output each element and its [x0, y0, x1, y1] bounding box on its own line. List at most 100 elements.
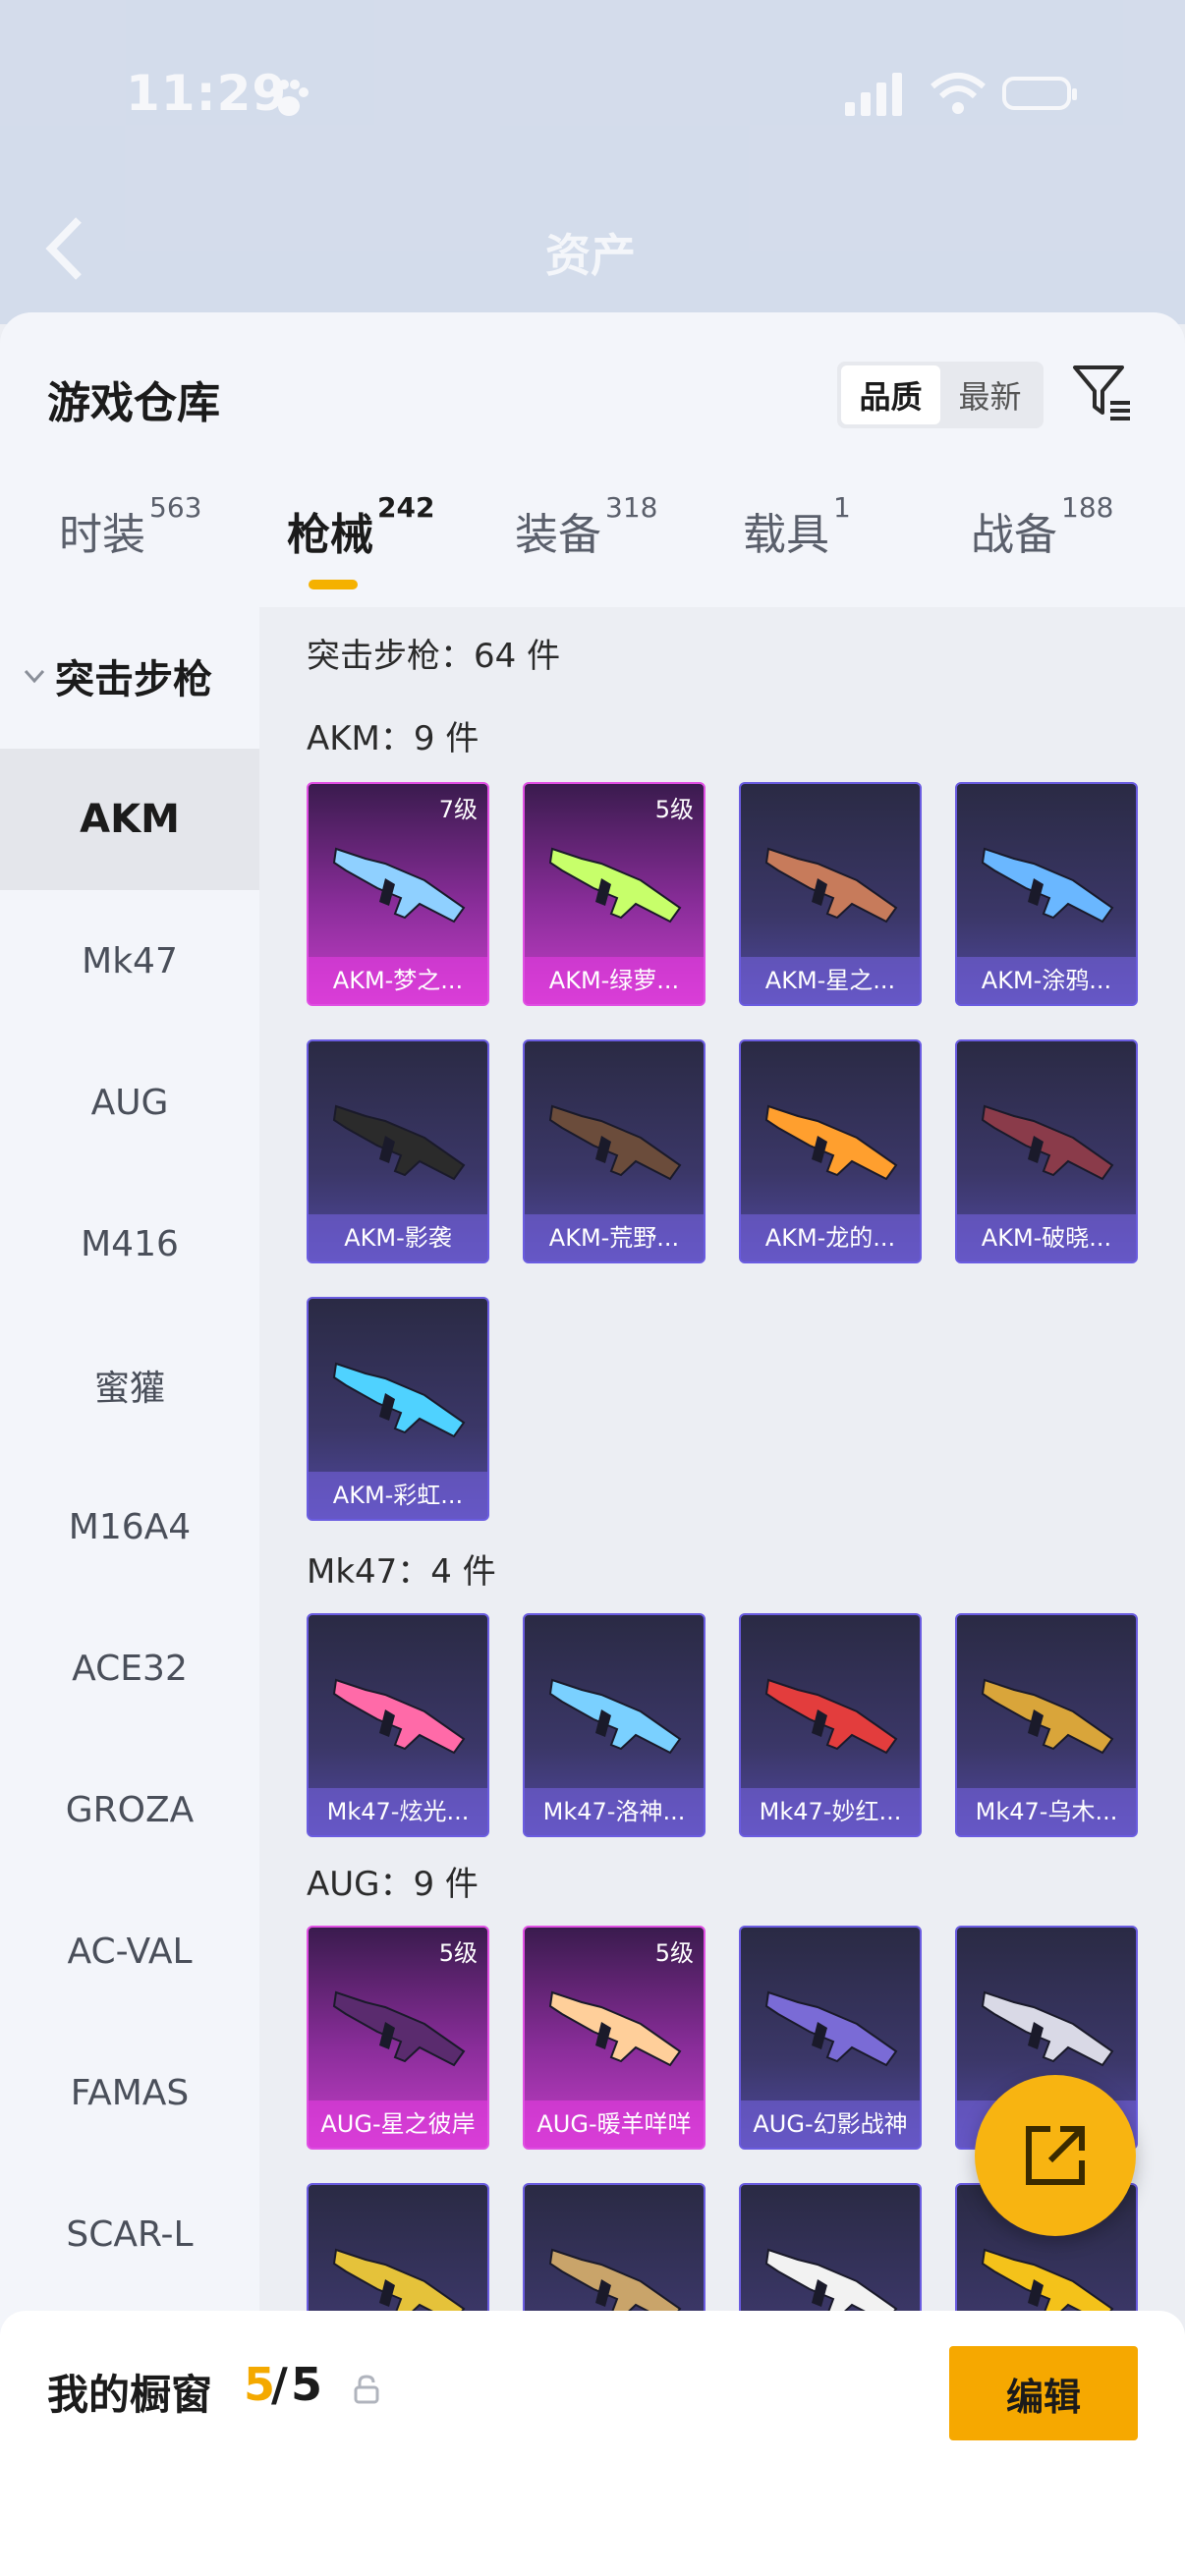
- weapon-name: AKM-荒野...: [525, 1214, 704, 1261]
- weapon-card[interactable]: AKM-龙的...: [739, 1039, 922, 1263]
- tab-equipment[interactable]: 装备318: [515, 491, 657, 562]
- weapon-card[interactable]: Mk47-妙红...: [739, 1613, 922, 1837]
- weapon-card[interactable]: 5级 AKM-绿萝...: [523, 782, 705, 1006]
- sidebar-item-mk47[interactable]: Mk47: [0, 890, 259, 1032]
- weapon-name: AKM-破晓...: [957, 1214, 1136, 1261]
- weapon-skin-image: [548, 847, 682, 924]
- weapon-card[interactable]: AKM-星之...: [739, 782, 922, 1006]
- signal-icon: [845, 73, 902, 116]
- weapon-level-badge: 7级: [438, 796, 478, 823]
- edit-button[interactable]: 编辑: [949, 2346, 1138, 2440]
- weapon-skin-image: [764, 1990, 898, 2067]
- sort-newest-button[interactable]: 最新: [940, 365, 1040, 424]
- sidebar-item-m416[interactable]: M416: [0, 1173, 259, 1315]
- weapon-skin-image: [332, 1678, 466, 1755]
- paw-icon: [270, 80, 309, 116]
- share-icon: [1026, 2126, 1085, 2185]
- weapon-skin-image: [764, 1678, 898, 1755]
- weapon-card[interactable]: Mk47-乌木...: [955, 1613, 1138, 1837]
- weapon-sidebar: 突击步枪 AKM Mk47 AUG M416 蜜獾 M16A4 ACE32 GR…: [0, 607, 259, 2576]
- tab-supplies[interactable]: 战备188: [971, 491, 1113, 562]
- weapon-card[interactable]: AKM-影袭: [307, 1039, 489, 1263]
- weapon-card[interactable]: 5级 AUG-暖羊咩咩: [523, 1926, 705, 2150]
- weapon-name: AKM-彩虹...: [309, 1472, 487, 1519]
- weapon-skin-image: [764, 1104, 898, 1181]
- sidebar-category[interactable]: 突击步枪: [0, 607, 259, 745]
- weapon-skin-image: [548, 1678, 682, 1755]
- page-title: 资产: [545, 229, 636, 282]
- sidebar-item-scar-l[interactable]: SCAR-L: [0, 2163, 259, 2305]
- weapon-name: AUG-星之彼岸: [309, 2100, 487, 2148]
- section-title-mk47: Mk47：4 件: [307, 1552, 496, 1592]
- weapon-name: Mk47-妙红...: [741, 1788, 920, 1835]
- weapon-skin-image: [981, 1990, 1114, 2067]
- weapon-skin-image: [764, 847, 898, 924]
- weapon-name: AUG-幻影战神: [741, 2100, 920, 2148]
- sidebar-item-m16a4[interactable]: M16A4: [0, 1456, 259, 1597]
- active-tab-indicator: [309, 580, 358, 589]
- wifi-icon: [931, 73, 986, 114]
- tab-fashion[interactable]: 时装563: [59, 491, 201, 562]
- status-time: 11:29: [126, 65, 288, 122]
- weapon-card[interactable]: AKM-荒野...: [523, 1039, 705, 1263]
- sidebar-item-ace32[interactable]: ACE32: [0, 1597, 259, 1739]
- weapon-name: AKM-绿萝...: [525, 957, 704, 1004]
- weapon-card[interactable]: Mk47-炫光...: [307, 1613, 489, 1837]
- weapon-card[interactable]: AUG-幻影战神: [739, 1926, 922, 2150]
- weapon-name: Mk47-炫光...: [309, 1788, 487, 1835]
- share-button[interactable]: [975, 2075, 1136, 2236]
- showcase-total: 5: [291, 2358, 323, 2411]
- weapon-name: AKM-梦之...: [309, 957, 487, 1004]
- filter-icon[interactable]: [1071, 362, 1134, 424]
- tab-guns[interactable]: 枪械242: [287, 491, 434, 562]
- weapon-name: AKM-星之...: [741, 957, 920, 1004]
- sidebar-item-honey-badger[interactable]: 蜜獾: [0, 1315, 259, 1456]
- weapon-level-badge: 5级: [654, 796, 694, 823]
- weapon-skin-image: [981, 1678, 1114, 1755]
- weapon-card[interactable]: AKM-破晓...: [955, 1039, 1138, 1263]
- weapon-card[interactable]: 5级 AUG-星之彼岸: [307, 1926, 489, 2150]
- lock-icon: [354, 2375, 379, 2404]
- weapon-skin-image: [332, 847, 466, 924]
- sort-quality-button[interactable]: 品质: [841, 365, 940, 424]
- sidebar-item-aug[interactable]: AUG: [0, 1032, 259, 1173]
- sort-toggle: 品质 最新: [837, 362, 1044, 428]
- weapon-skin-image: [332, 1362, 466, 1438]
- sidebar-item-groza[interactable]: GROZA: [0, 1739, 259, 1880]
- section-title-akm: AKM：9 件: [307, 719, 480, 758]
- weapon-skin-image: [981, 847, 1114, 924]
- section-title-aug: AUG：9 件: [307, 1865, 479, 1904]
- warehouse-sheet: 游戏仓库 品质 最新 时装563 枪械242 装备318 载具1 战备188 突…: [0, 312, 1185, 2576]
- weapon-name: AUG-暖羊咩咩: [525, 2100, 704, 2148]
- showcase-bar: 我的橱窗 5 / 5 编辑: [0, 2311, 1185, 2576]
- weapon-card[interactable]: AKM-涂鸦...: [955, 782, 1138, 1006]
- weapon-skin-image: [548, 1990, 682, 2067]
- weapon-level-badge: 5级: [654, 1939, 694, 1967]
- weapon-grid-area: 突击步枪：64 件 AKM：9 件 Mk47：4 件 AUG：9 件 7级 AKM…: [259, 607, 1185, 2576]
- weapon-skin-image: [548, 1104, 682, 1181]
- weapon-name: AKM-龙的...: [741, 1214, 920, 1261]
- weapon-name: Mk47-乌木...: [957, 1788, 1136, 1835]
- weapon-card[interactable]: 7级 AKM-梦之...: [307, 782, 489, 1006]
- weapon-skin-image: [332, 1104, 466, 1181]
- tab-vehicles[interactable]: 载具1: [743, 491, 851, 562]
- status-bar: 11:29: [0, 59, 1185, 138]
- weapon-card[interactable]: AKM-彩虹...: [307, 1297, 489, 1521]
- weapon-name: Mk47-洛神...: [525, 1788, 704, 1835]
- category-tabs: 时装563 枪械242 装备318 载具1 战备188: [0, 491, 1185, 607]
- showcase-separator: /: [271, 2358, 288, 2411]
- weapon-name: AKM-涂鸦...: [957, 957, 1136, 1004]
- sidebar-item-ac-val[interactable]: AC-VAL: [0, 1880, 259, 2022]
- weapon-skin-image: [981, 1104, 1114, 1181]
- battery-icon: [1002, 77, 1077, 110]
- weapon-card[interactable]: Mk47-洛神...: [523, 1613, 705, 1837]
- weapon-name: AKM-影袭: [309, 1214, 487, 1261]
- sidebar-item-famas[interactable]: FAMAS: [0, 2022, 259, 2163]
- weapon-level-badge: 5级: [438, 1939, 478, 1967]
- sidebar-category-label: 突击步枪: [55, 657, 212, 702]
- showcase-label: 我的橱窗: [47, 2371, 213, 2419]
- back-arrow-icon[interactable]: [43, 214, 86, 283]
- chevron-down-icon: [24, 669, 45, 684]
- sidebar-item-akm[interactable]: AKM: [0, 749, 259, 890]
- sheet-title: 游戏仓库: [47, 378, 220, 428]
